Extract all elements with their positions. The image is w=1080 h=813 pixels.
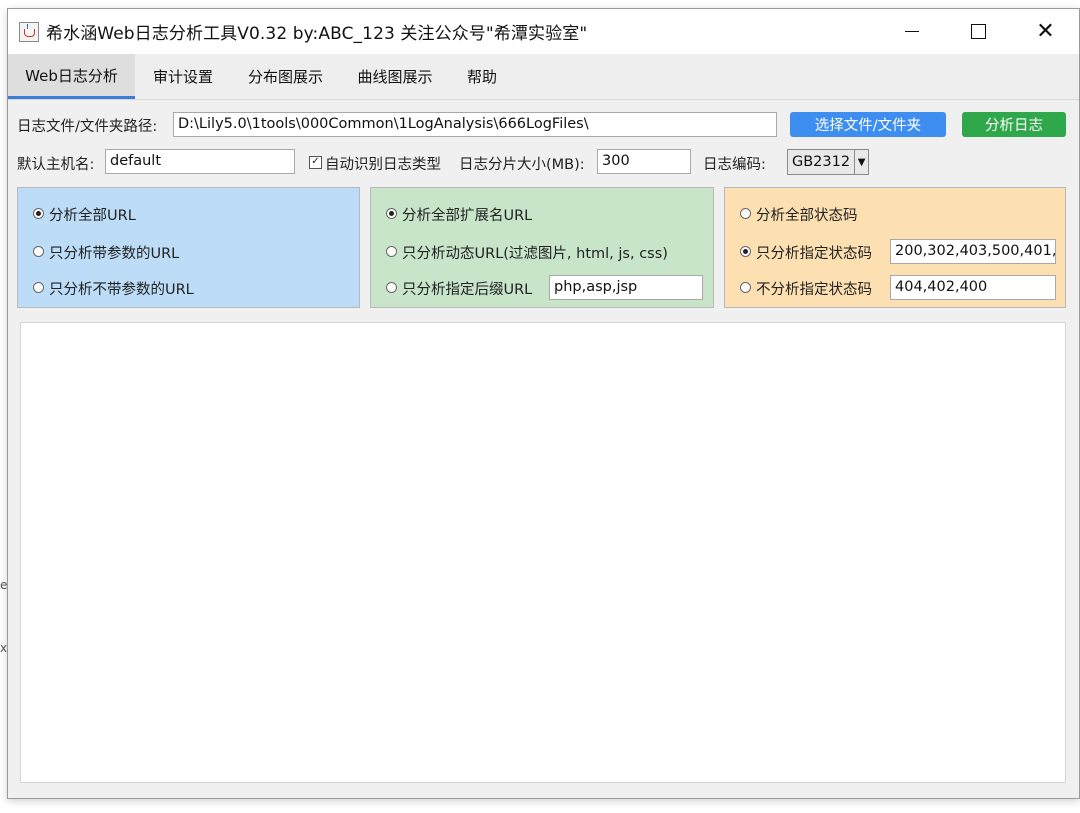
radio-dynamic-url[interactable] [386,246,397,257]
radio-include-status[interactable] [740,246,751,257]
radio-all-extensions-label[interactable]: 分析全部扩展名URL [402,204,532,225]
auto-detect-label: 自动识别日志类型 [325,157,441,173]
maximize-icon [971,24,986,39]
auto-detect-checkbox[interactable]: ✓ [309,156,322,169]
split-size-label: 日志分片大小(MB): [459,157,585,173]
log-path-input[interactable]: D:\Lily5.0\1tools\000Common\1LogAnalysis… [173,112,777,137]
window-controls: ✕ [878,9,1079,54]
minimize-button[interactable] [878,9,945,54]
maximize-button[interactable] [945,9,1012,54]
dropdown-arrow-icon[interactable]: ▼ [855,157,868,168]
default-host-input[interactable]: default [105,149,295,174]
extension-filter-panel: 分析全部扩展名URL 只分析动态URL(过滤图片, html, js, css)… [370,187,714,308]
url-filter-panel: 分析全部URL 只分析带参数的URL 只分析不带参数的URL [17,187,360,308]
tab-audit-settings[interactable]: 审计设置 [135,54,231,99]
radio-dynamic-url-label[interactable]: 只分析动态URL(过滤图片, html, js, css) [402,242,668,263]
log-path-label: 日志文件/文件夹路径: [17,119,158,135]
app-window: 希水涵Web日志分析工具V0.32 by:ABC_123 关注公众号"希潭实验室… [7,8,1080,799]
title-bar[interactable]: 希水涵Web日志分析工具V0.32 by:ABC_123 关注公众号"希潭实验室… [8,9,1079,54]
radio-include-status-label[interactable]: 只分析指定状态码 [756,242,872,263]
encoding-select-value: GB2312 [788,150,856,174]
encoding-label: 日志编码: [703,157,766,173]
radio-all-url-label[interactable]: 分析全部URL [49,204,136,225]
window-title: 希水涵Web日志分析工具V0.32 by:ABC_123 关注公众号"希潭实验室… [46,24,588,44]
tab-curve-chart[interactable]: 曲线图展示 [340,54,450,99]
radio-specified-suffix[interactable] [386,282,397,293]
suffix-input[interactable]: php,asp,jsp [549,275,703,300]
radio-param-url[interactable] [33,246,44,257]
choose-file-button[interactable]: 选择文件/文件夹 [790,112,946,137]
radio-param-url-label[interactable]: 只分析带参数的URL [49,242,179,263]
radio-all-extensions[interactable] [386,208,397,219]
radio-all-status-label[interactable]: 分析全部状态码 [756,204,858,225]
close-icon: ✕ [1036,19,1055,44]
close-button[interactable]: ✕ [1012,9,1079,54]
minimize-icon [904,31,919,32]
tab-bar: Web日志分析 审计设置 分布图展示 曲线图展示 帮助 [8,54,1079,100]
tab-distribution-chart[interactable]: 分布图展示 [231,54,340,99]
radio-specified-suffix-label[interactable]: 只分析指定后缀URL [402,278,532,299]
tab-help[interactable]: 帮助 [450,54,514,99]
default-host-label: 默认主机名: [17,157,95,173]
exclude-status-input[interactable]: 404,402,400 [890,275,1056,300]
radio-exclude-status[interactable] [740,282,751,293]
status-code-filter-panel: 分析全部状态码 只分析指定状态码 200,302,403,500,401,40 … [724,187,1066,308]
tab-web-log-analysis[interactable]: Web日志分析 [8,54,135,99]
analyze-log-button[interactable]: 分析日志 [962,112,1066,137]
split-size-input[interactable]: 300 [597,149,691,174]
radio-exclude-status-label[interactable]: 不分析指定状态码 [756,278,872,299]
encoding-select[interactable]: GB2312 ▼ [787,149,869,175]
java-app-icon [19,21,39,42]
radio-all-url[interactable] [33,208,44,219]
include-status-input[interactable]: 200,302,403,500,401,40 [890,239,1056,264]
output-text-area[interactable] [20,322,1066,783]
radio-no-param-url[interactable] [33,282,44,293]
radio-no-param-url-label[interactable]: 只分析不带参数的URL [49,278,194,299]
radio-all-status[interactable] [740,208,751,219]
